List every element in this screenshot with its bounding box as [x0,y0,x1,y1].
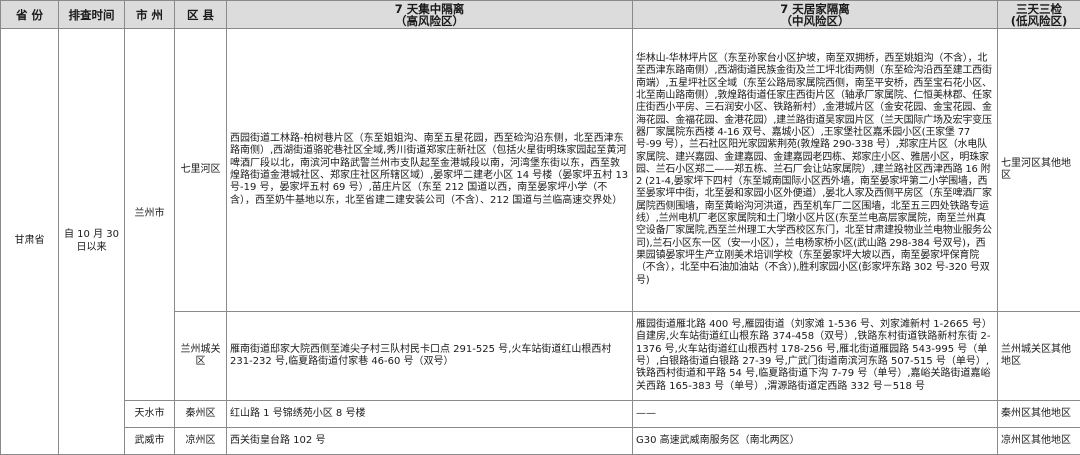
high-risk-cell: 雁南街道邸家大院西侧至滩尖子村三队村民卡口点 291-525 号,火车站街道红山… [227,312,633,401]
header-city: 市 州 [125,1,175,29]
district-cell: 兰州城关区 [175,312,227,401]
mid-risk-cell: 华林山-华林坪片区（东至孙家台小区护坡，南至双拥桥，西至姚姐沟（不含），北至西津… [633,29,998,312]
header-district: 区 县 [175,1,227,29]
mid-risk-cell: G30 高速武威南服务区（南北两区） [633,428,998,455]
header-low-risk: 三天三检 (低风险区) [998,1,1080,29]
low-risk-cell: 兰州城关区其他地区 [998,312,1080,401]
city-cell: 兰州市 [125,29,175,401]
high-risk-cell: 西关街皇台路 102 号 [227,428,633,455]
header-low-risk-sub: (低风险区) [1001,15,1077,27]
mid-risk-cell: 雁园街道雁北路 400 号,雁园街道（刘家滩 1-536 号、刘家滩新村 1-2… [633,312,998,401]
table-row: 天水市 秦州区 红山路 1 号锦绣苑小区 8 号楼 —— 秦州区其他地区 [1,401,1080,428]
district-cell: 凉州区 [175,428,227,455]
header-low-risk-title: 三天三检 [1001,3,1077,15]
header-time: 排查时间 [59,1,125,29]
city-cell: 武威市 [125,428,175,455]
district-cell: 秦州区 [175,401,227,428]
province-cell: 甘肃省 [1,29,59,455]
district-cell: 七里河区 [175,29,227,312]
header-high-risk: 7 天集中隔离 （高风险区） [227,1,633,29]
table-row: 武威市 凉州区 西关街皇台路 102 号 G30 高速武威南服务区（南北两区） … [1,428,1080,455]
table-row: 甘肃省 自 10 月 30 日以来 兰州市 七里河区 西园街道工林路-柏树巷片区… [1,29,1080,312]
low-risk-cell: 秦州区其他地区 [998,401,1080,428]
low-risk-cell: 七里河区其他地区 [998,29,1080,312]
city-cell: 天水市 [125,401,175,428]
header-mid-risk: 7 天居家隔离 （中风险区） [633,1,998,29]
mid-risk-cell: —— [633,401,998,428]
header-row: 省 份 排查时间 市 州 区 县 7 天集中隔离 （高风险区） 7 天居家隔离 … [1,1,1080,29]
header-high-risk-title: 7 天集中隔离 [230,3,629,15]
time-cell: 自 10 月 30 日以来 [59,29,125,455]
header-high-risk-sub: （高风险区） [230,15,629,27]
high-risk-cell: 红山路 1 号锦绣苑小区 8 号楼 [227,401,633,428]
header-mid-risk-sub: （中风险区） [636,15,994,27]
low-risk-cell: 凉州区其他地区 [998,428,1080,455]
header-mid-risk-title: 7 天居家隔离 [636,3,994,15]
high-risk-cell: 西园街道工林路-柏树巷片区（东至姐姐沟、南至五星花园，西至硷沟沿东侧，北至西津东… [227,29,633,312]
risk-area-table: 省 份 排查时间 市 州 区 县 7 天集中隔离 （高风险区） 7 天居家隔离 … [0,0,1080,455]
header-province: 省 份 [1,1,59,29]
